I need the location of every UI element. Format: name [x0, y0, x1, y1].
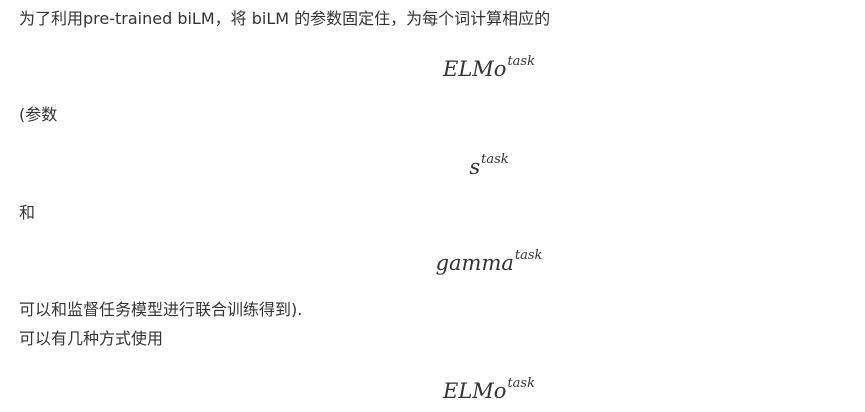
formula-elmo-task-2: ELMotask [0, 374, 865, 404]
formula-superscript: task [481, 152, 509, 167]
formula-base: s [469, 155, 481, 179]
formula-elmo-task: ELMotask [0, 52, 865, 82]
formula-superscript: task [507, 54, 535, 69]
paragraph-supervised: 可以和监督任务模型进行联合训练得到). [19, 300, 303, 319]
paragraph-intro: 为了利用pre-trained biLM，将 biLM 的参数固定住，为每个词计… [19, 9, 551, 28]
formula-superscript: task [514, 248, 543, 263]
formula-base: ELMo [443, 57, 507, 81]
paragraph-params-open: (参数 [19, 105, 58, 124]
formula-base: gamma [435, 251, 514, 275]
document-page: { "paragraphs": { "intro": "为了利用pre-trai… [0, 0, 865, 412]
paragraph-usage: 可以有几种方式使用 [19, 329, 164, 348]
formula-base: ELMo [443, 379, 507, 403]
paragraph-and: 和 [19, 203, 36, 222]
formula-s-task: stask [0, 150, 865, 180]
formula-superscript: task [507, 376, 535, 391]
formula-gamma-task: gammatask [0, 246, 865, 276]
